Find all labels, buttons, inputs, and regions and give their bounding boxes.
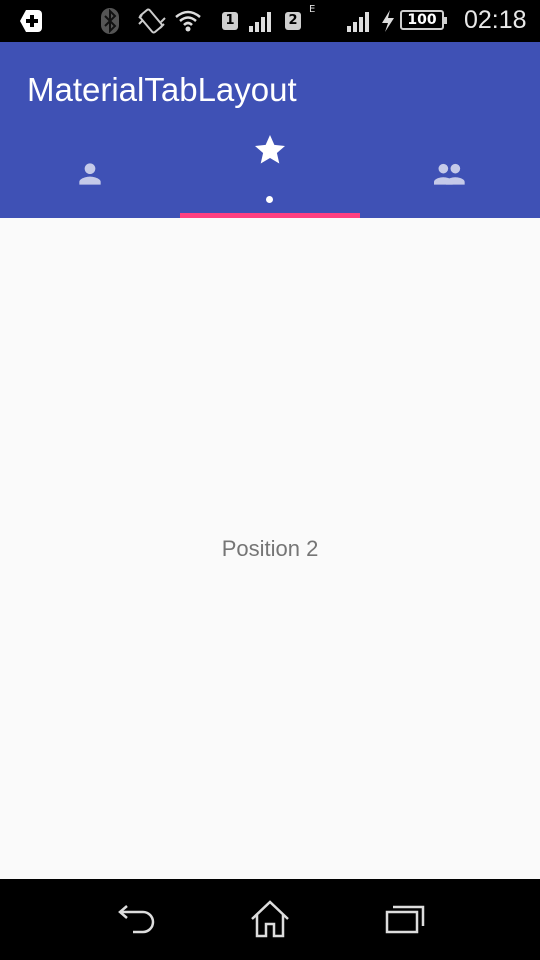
wifi-icon bbox=[174, 0, 202, 42]
notification-plus-icon bbox=[18, 0, 44, 42]
person-icon bbox=[74, 136, 106, 194]
sim2-icon: 2 bbox=[285, 0, 301, 42]
clock: 02:18 bbox=[464, 6, 527, 34]
home-icon bbox=[249, 899, 291, 943]
tab-layout bbox=[0, 135, 540, 218]
recents-button[interactable] bbox=[383, 899, 427, 943]
sim1-icon: 1 bbox=[222, 0, 238, 42]
bluetooth-icon bbox=[100, 0, 120, 42]
app-bar: MaterialTabLayout bbox=[0, 42, 540, 218]
back-icon bbox=[115, 902, 157, 940]
content-area: Position 2 bbox=[0, 218, 540, 879]
network-type: E bbox=[309, 4, 316, 15]
charging-bolt-icon bbox=[380, 0, 396, 42]
position-label: Position 2 bbox=[221, 536, 319, 561]
star-icon bbox=[252, 135, 288, 172]
tab-group[interactable] bbox=[360, 136, 540, 218]
sim2-badge: 2 bbox=[285, 12, 301, 30]
tab-star[interactable] bbox=[180, 135, 360, 218]
navigation-bar bbox=[0, 879, 540, 960]
app-title: MaterialTabLayout bbox=[27, 71, 297, 108]
signal-strength-1-icon bbox=[248, 0, 274, 42]
status-bar: 1 2 E 100 02:18 bbox=[0, 0, 540, 42]
tab-badge-dot bbox=[266, 196, 273, 203]
tab-person[interactable] bbox=[0, 136, 180, 218]
group-icon bbox=[430, 136, 470, 194]
sim1-badge: 1 bbox=[222, 12, 238, 30]
home-button[interactable] bbox=[248, 899, 292, 943]
recents-icon bbox=[384, 902, 426, 940]
vibrate-icon bbox=[136, 0, 168, 42]
back-button[interactable] bbox=[114, 899, 158, 943]
signal-strength-2-icon bbox=[346, 0, 372, 42]
battery-indicator: 100 bbox=[400, 10, 447, 30]
